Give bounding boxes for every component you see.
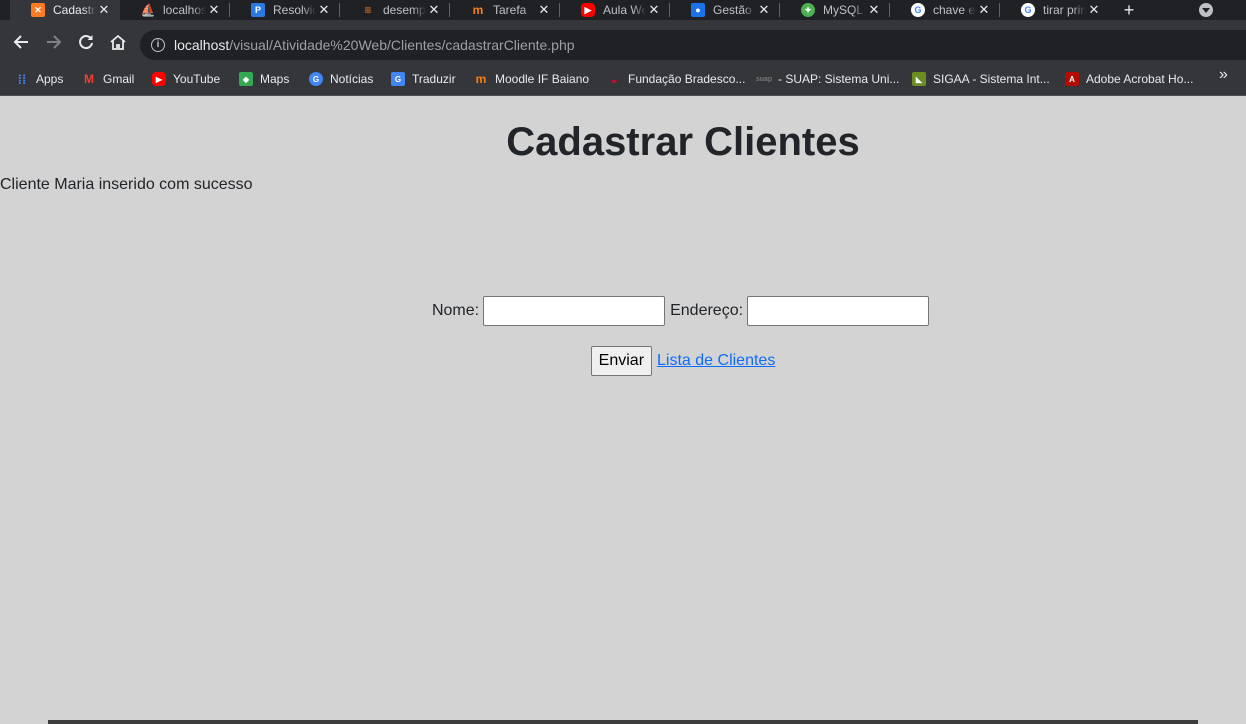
close-icon[interactable]: ✕ — [976, 2, 992, 18]
bookmark-suap[interactable]: suap - SUAP: Sistema Uni... — [755, 70, 900, 88]
home-icon[interactable] — [109, 33, 127, 51]
close-icon[interactable]: ✕ — [206, 2, 222, 18]
tab-title: Cadastrar — [53, 3, 96, 17]
maps-icon: ◆ — [239, 72, 253, 86]
close-icon[interactable]: ✕ — [536, 2, 552, 18]
tab-resolvido[interactable]: P Resolvido ✕ — [230, 0, 340, 20]
bookmarks-bar: ⁞⁞ Apps M Gmail ▶ YouTube ◆ Maps G Notíc… — [0, 62, 1246, 96]
bookmark-traduzir[interactable]: G Traduzir — [391, 70, 456, 88]
google-icon: G — [1021, 3, 1035, 17]
apps-grid-icon: ⁞⁞ — [17, 71, 27, 87]
close-icon[interactable]: ✕ — [1086, 2, 1102, 18]
form-actions: Enviar Lista de Clientes — [0, 346, 1246, 376]
tab-tarefa[interactable]: m Tarefa ✕ — [450, 0, 560, 20]
bookmark-label: Fundação Bradesco... — [628, 72, 746, 86]
bookmark-label: Maps — [260, 72, 290, 86]
tab-title: desempenho — [383, 3, 426, 17]
close-icon[interactable]: ✕ — [756, 2, 772, 18]
url-path: /visual/Atividade%20Web/Clientes/cadastr… — [229, 37, 575, 53]
close-icon[interactable]: ✕ — [426, 2, 442, 18]
tab-title: chave es — [933, 3, 976, 17]
page-content: Cadastrar Clientes Cliente Maria inserid… — [0, 96, 1246, 724]
endereco-label: Endereço: — [670, 302, 744, 319]
bookmark-label: Traduzir — [412, 72, 456, 86]
bookmark-gmail[interactable]: M Gmail — [82, 70, 134, 88]
back-arrow-icon[interactable] — [12, 33, 30, 51]
bookmark-maps[interactable]: ◆ Maps — [239, 70, 289, 88]
endereco-input[interactable] — [747, 296, 930, 326]
tab-title: MySQL — [823, 3, 864, 17]
tab-cadastrar[interactable]: ✕ Cadastrar ✕ — [10, 0, 120, 20]
bookmark-label: SIGAA - Sistema Int... — [933, 72, 1050, 86]
bookmark-noticias[interactable]: G Notícias — [309, 70, 373, 88]
url-text[interactable]: localhost/visual/Atividade%20Web/Cliente… — [174, 37, 575, 53]
page-title: Cadastrar Clientes — [506, 120, 860, 164]
news-icon: G — [309, 72, 323, 86]
new-tab-button[interactable]: + — [1120, 0, 1138, 20]
tab-title: localhost — [163, 3, 206, 17]
moodle-icon: m — [475, 72, 487, 86]
info-icon[interactable]: i — [151, 38, 165, 52]
bookmark-sigaa[interactable]: ◣ SIGAA - Sistema Int... — [912, 70, 1050, 88]
youtube-icon: ▶ — [152, 72, 166, 86]
url-host: localhost — [174, 37, 230, 53]
contacts-icon: ● — [691, 3, 705, 17]
pencil-logo-icon: P — [251, 3, 265, 17]
reload-icon[interactable] — [77, 33, 95, 51]
tab-desempenho[interactable]: ≡ desempenho ✕ — [340, 0, 450, 20]
google-icon: G — [911, 3, 925, 17]
close-icon[interactable]: ✕ — [96, 2, 112, 18]
tab-gestao[interactable]: ● Gestão de ✕ — [670, 0, 780, 20]
forward-arrow-icon[interactable] — [45, 33, 63, 51]
client-form: Nome: Endereço: — [0, 296, 1246, 326]
tab-strip: ✕ Cadastrar ✕ ⛵ localhost ✕ P Resolvido … — [0, 0, 1246, 20]
bookmark-adobe-acrobat[interactable]: A Adobe Acrobat Ho... — [1065, 70, 1193, 88]
tab-title: Aula Web — [603, 3, 646, 17]
close-icon[interactable]: ✕ — [646, 2, 662, 18]
tab-title: Resolvido — [273, 3, 316, 17]
sigaa-icon: ◣ — [912, 72, 926, 86]
lista-de-clientes-link[interactable]: Lista de Clientes — [657, 352, 775, 370]
bookmark-apps[interactable]: ⁞⁞ Apps — [15, 70, 64, 88]
nome-label: Nome: — [431, 302, 480, 319]
success-message: Cliente Maria inserido com sucesso — [0, 176, 253, 193]
tab-search-icon[interactable] — [1199, 3, 1213, 17]
acrobat-icon: A — [1065, 72, 1079, 86]
bookmark-fundacao-bradesco[interactable]: ◒ Fundação Bradesco... — [607, 70, 745, 88]
tab-localhost[interactable]: ⛵ localhost ✕ — [120, 0, 230, 20]
close-icon[interactable]: ✕ — [316, 2, 332, 18]
bookmark-moodle[interactable]: m Moodle IF Baiano — [474, 70, 589, 88]
suap-icon: suap — [755, 75, 773, 83]
tab-title: Gestão de — [713, 3, 756, 17]
bookmark-label: Apps — [36, 72, 64, 86]
close-icon[interactable]: ✕ — [866, 2, 882, 18]
xampp-icon: ✕ — [31, 3, 45, 17]
youtube-icon: ▶ — [581, 3, 595, 17]
moodle-icon: m — [472, 3, 484, 17]
bookmark-label: Notícias — [330, 72, 374, 86]
bradesco-icon: ◒ — [610, 71, 618, 87]
bookmark-label: Gmail — [103, 72, 135, 86]
bookmark-label: Adobe Acrobat Ho... — [1086, 72, 1194, 86]
bookmark-label: Moodle IF Baiano — [495, 72, 590, 86]
nome-input[interactable] — [483, 296, 666, 326]
taskbar-edge — [48, 720, 1198, 724]
tab-aula-web[interactable]: ▶ Aula Web ✕ — [560, 0, 670, 20]
bookmark-label: - SUAP: Sistema Uni... — [778, 72, 900, 86]
phpmyadmin-icon: ⛵ — [140, 3, 156, 17]
enviar-button[interactable]: Enviar — [590, 346, 653, 376]
tab-title: tirar print — [1043, 3, 1086, 17]
tab-chave[interactable]: G chave es ✕ — [890, 0, 1000, 20]
gmail-icon: M — [84, 72, 94, 86]
tab-title: Tarefa — [493, 3, 527, 17]
mysql-workbench-icon: ✦ — [801, 3, 815, 17]
chevron-right-double-icon[interactable]: » — [1219, 66, 1228, 84]
tab-tirar-print[interactable]: G tirar print ✕ — [1000, 0, 1110, 20]
stackoverflow-icon: ≡ — [364, 3, 372, 17]
bookmark-youtube[interactable]: ▶ YouTube — [152, 70, 220, 88]
bookmark-label: YouTube — [173, 72, 221, 86]
translate-icon: G — [391, 72, 405, 86]
tab-mysql[interactable]: ✦ MySQL ✕ — [780, 0, 890, 20]
